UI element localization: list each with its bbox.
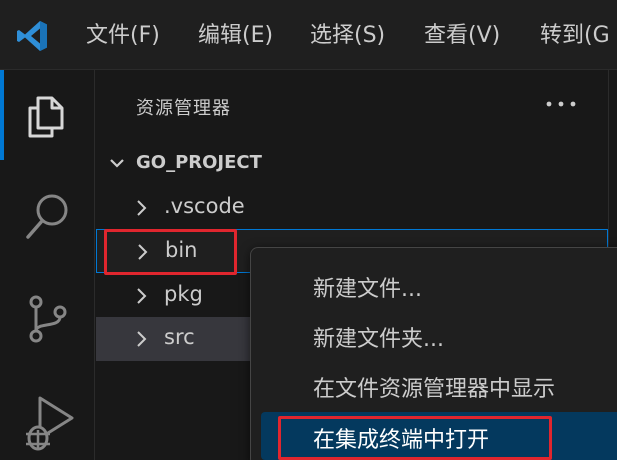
workspace-name: GO_PROJECT	[136, 152, 262, 173]
source-control-icon	[29, 295, 67, 343]
menu-item-open-in-terminal[interactable]: 在集成终端中打开	[261, 412, 617, 460]
menu-bar: 文件(F) 编辑(E) 选择(S) 查看(V) 转到(G	[0, 0, 617, 70]
menu-item-label: 新建文件夹...	[313, 327, 444, 352]
activity-explorer[interactable]	[0, 70, 95, 160]
menu-item-label: 新建文件...	[313, 277, 422, 302]
workspace-section-header[interactable]: GO_PROJECT	[96, 146, 608, 180]
activity-search[interactable]	[0, 170, 95, 260]
menu-item-label: 在集成终端中打开	[313, 428, 490, 453]
tree-item-label: .vscode	[164, 194, 245, 218]
activity-run-debug[interactable]	[0, 370, 95, 460]
active-indicator	[0, 70, 4, 160]
chevron-right-icon	[137, 288, 147, 304]
explorer-icon	[28, 96, 64, 138]
chevron-down-icon	[110, 159, 124, 168]
activity-bar	[0, 70, 95, 460]
vscode-logo-icon[interactable]	[14, 18, 50, 54]
tree-item-label: pkg	[164, 282, 203, 306]
menu-edit[interactable]: 编辑(E)	[198, 22, 273, 50]
chevron-right-icon	[137, 331, 147, 347]
tree-item-vscode[interactable]: .vscode	[96, 186, 608, 230]
menu-item-label: 在文件资源管理器中显示	[313, 377, 556, 402]
menu-item-new-file[interactable]: 新建文件...	[261, 261, 617, 309]
run-debug-icon	[26, 396, 74, 451]
chevron-right-icon	[138, 244, 148, 260]
menu-item-reveal-in-explorer[interactable]: 在文件资源管理器中显示	[261, 361, 617, 409]
tree-item-label: bin	[165, 238, 198, 262]
tree-item-label: src	[164, 325, 195, 349]
menu-file[interactable]: 文件(F)	[86, 22, 160, 50]
search-icon	[26, 194, 68, 239]
chevron-right-icon	[137, 200, 147, 216]
menu-view[interactable]: 查看(V)	[424, 22, 500, 50]
menu-selection[interactable]: 选择(S)	[310, 22, 385, 50]
sidebar-title: 资源管理器	[136, 98, 231, 119]
context-menu: 新建文件... 新建文件夹... 在文件资源管理器中显示 在集成终端中打开	[250, 247, 617, 460]
menu-item-new-folder[interactable]: 新建文件夹...	[261, 311, 617, 359]
ellipsis-icon[interactable]	[541, 92, 581, 116]
activity-source-control[interactable]	[0, 270, 95, 360]
menu-go[interactable]: 转到(G	[540, 22, 610, 50]
